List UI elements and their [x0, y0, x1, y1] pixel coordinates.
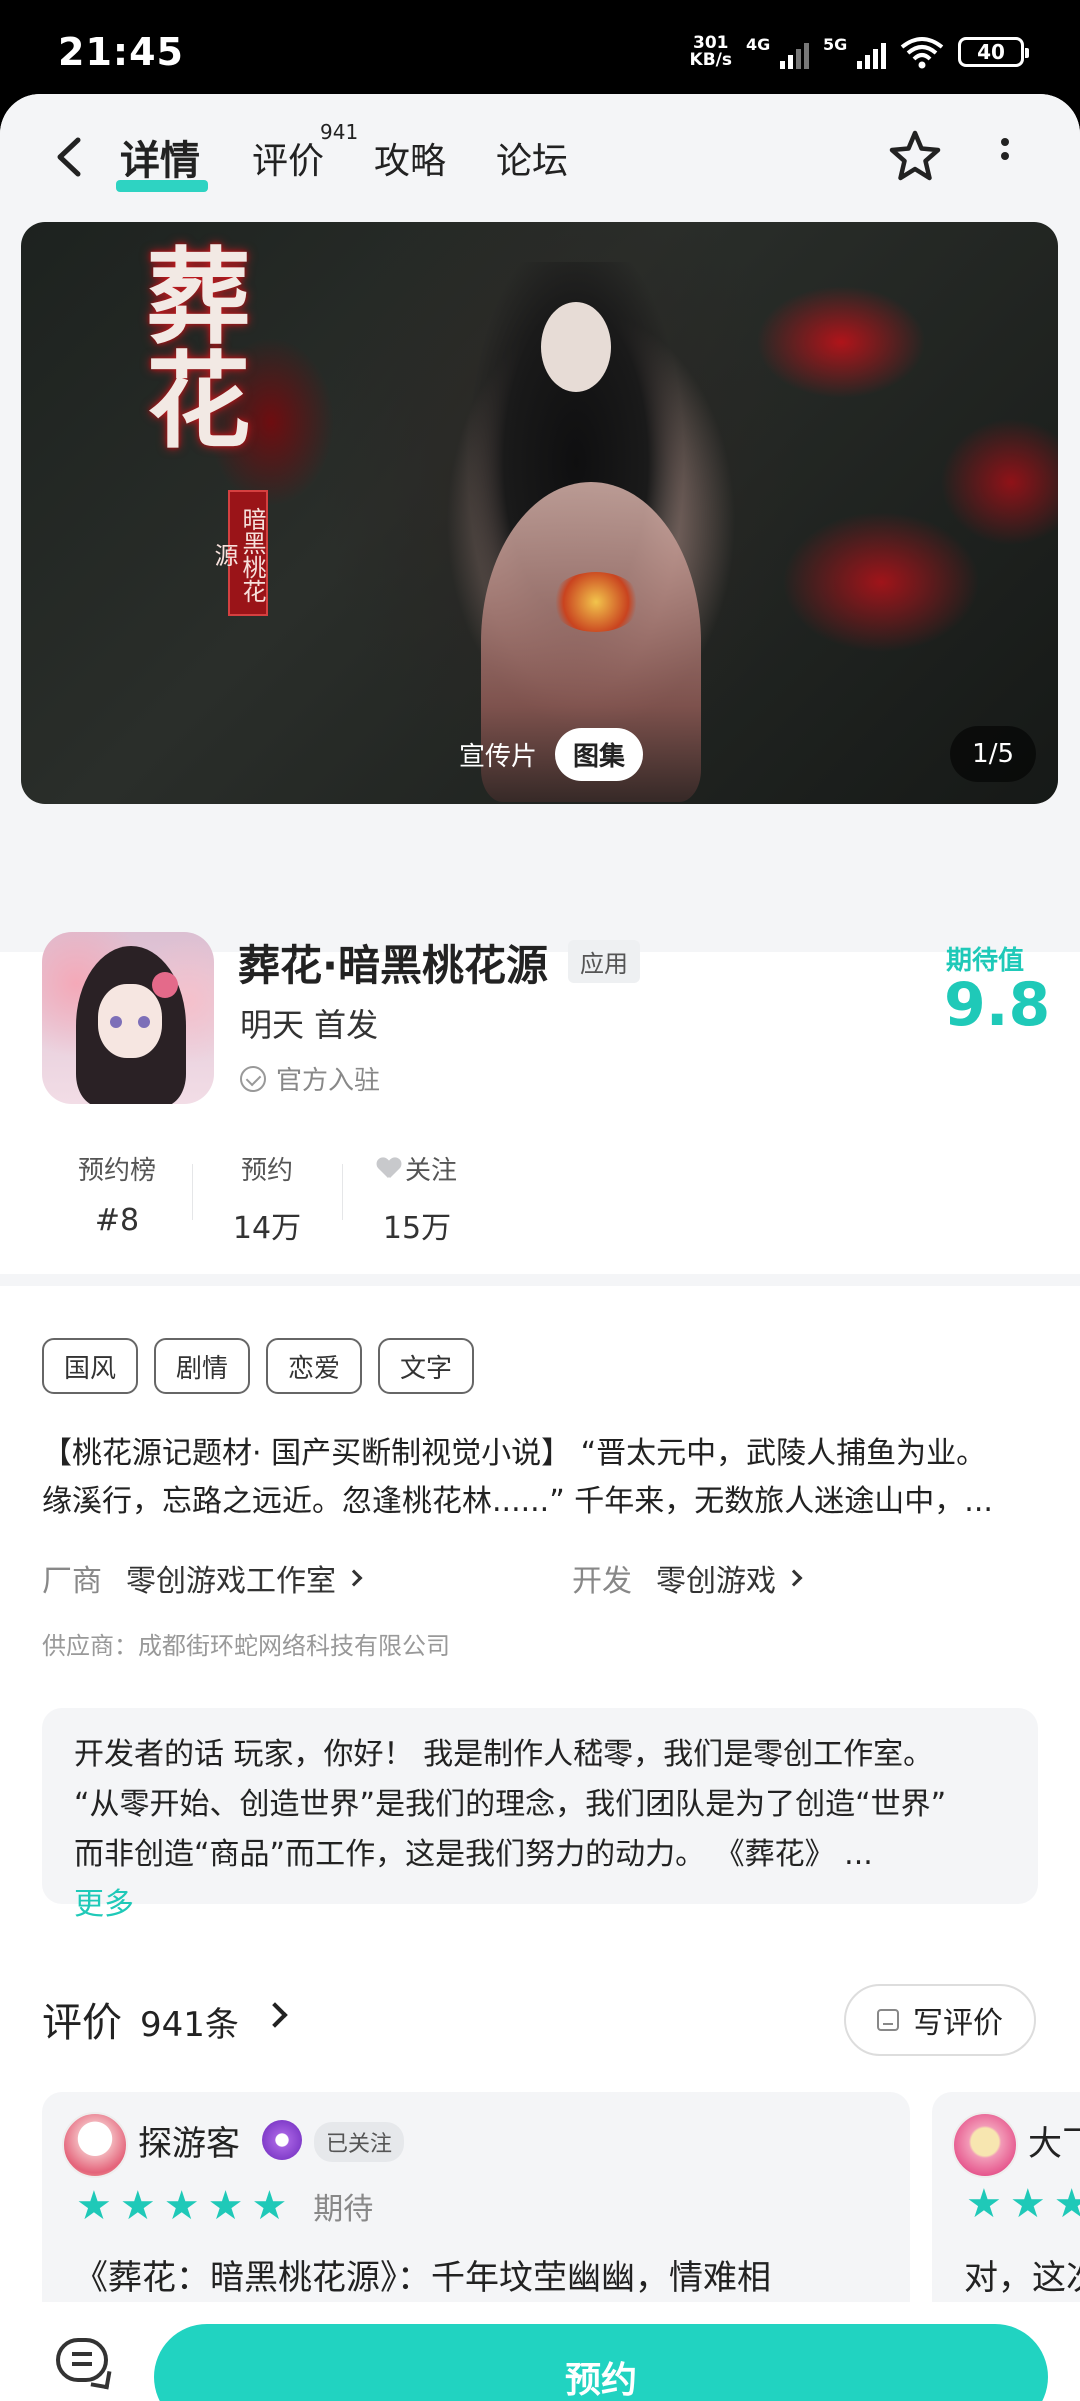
avatar[interactable] — [62, 2112, 128, 2178]
rating-stars: ★★★★★ — [966, 2184, 1080, 2224]
tag-chip[interactable]: 剧情 — [154, 1338, 251, 1394]
more-link[interactable]: 更多 — [74, 1880, 1006, 1930]
game-stats: 预约榜 #8 预约 14万 关注 15万 — [42, 1150, 492, 1247]
tab-guides[interactable]: 攻略 — [374, 132, 446, 184]
star-icon: ★ — [207, 2183, 244, 2229]
write-icon — [877, 2009, 899, 2031]
stat-reservations: 预约 14万 — [192, 1150, 342, 1247]
review-username[interactable]: 大飞 — [1028, 2116, 1080, 2165]
chevron-right-icon — [345, 1569, 363, 1587]
review-text: 《葬花：暗黑桃花源》：千年坟茔幽幽，情难相 — [74, 2258, 771, 2298]
game-description[interactable]: 【桃花源记题材· 国产买断制视觉小说】 “晋太元中，武陵人捕鱼为业。 缘溪行，忘… — [42, 1430, 1042, 1526]
type-tag: 应用 — [568, 940, 640, 983]
trailer-pill[interactable]: 宣传片 — [441, 728, 555, 781]
banner-subtitle-seal: 暗黑桃花源 — [210, 490, 268, 616]
reviews-header[interactable]: 评价 941条 — [42, 1990, 239, 2048]
tag-chip[interactable]: 国风 — [42, 1338, 139, 1394]
star-icon: ★ — [1009, 2181, 1046, 2227]
status-time: 21:45 — [58, 30, 184, 74]
publisher-row[interactable]: 厂商 零创游戏工作室 — [42, 1556, 363, 1600]
star-icon: ★ — [251, 2183, 288, 2229]
status-icons: 301 KB/s 4G 5G 40 — [689, 32, 1029, 72]
top-nav: 详情 评价 941 攻略 论坛 — [0, 94, 1080, 222]
banner-figure-face — [541, 302, 611, 392]
tab-reviews[interactable]: 评价 — [252, 132, 324, 184]
reserve-button[interactable]: 预约 — [154, 2324, 1048, 2401]
banner-figure-obi — [551, 572, 641, 632]
forum-chat-icon[interactable] — [56, 2338, 108, 2382]
banner-artwork[interactable]: 葬花 暗黑桃花源 宣传片 图集 1/5 — [21, 222, 1058, 804]
favorite-star-icon[interactable] — [886, 128, 944, 186]
game-title: 葬花·暗黑桃花源 — [238, 941, 548, 990]
game-icon — [42, 932, 214, 1104]
stat-followers[interactable]: 关注 15万 — [342, 1150, 492, 1247]
heart-icon — [377, 1158, 401, 1180]
developer-note[interactable]: 开发者的话 玩家，你好！ 我是制作人嵇零，我们是零创工作室。 “从零开始、创造世… — [42, 1708, 1038, 1922]
stat-rank[interactable]: 预约榜 #8 — [42, 1150, 192, 1247]
review-card[interactable]: 大飞 ★★★★★ 对，这次 — [932, 2092, 1080, 2322]
chevron-right-icon — [785, 1569, 803, 1587]
detail-sheet: 详情 评价 941 攻略 论坛 葬花 暗黑桃花源 宣传片 图集 1/5 葬花·暗… — [0, 94, 1080, 2401]
star-icon: ★ — [966, 2181, 1002, 2227]
banner-media-switch: 宣传片 图集 — [441, 726, 644, 782]
battery-icon: 40 — [958, 37, 1029, 67]
tag-chip[interactable]: 文字 — [378, 1338, 475, 1394]
launch-info: 明天 首发 — [240, 1006, 379, 1044]
star-icon: ★ — [1053, 2181, 1080, 2227]
gallery-pill[interactable]: 图集 — [555, 727, 644, 781]
net-speed: 301 KB/s — [689, 33, 732, 70]
review-card[interactable]: 探游客 已关注 ★ ★ ★ ★ ★ 期待 《葬花：暗黑桃花源》：千年坟茔幽幽，情难相 — [42, 2092, 910, 2322]
official-badge: 官方入驻 — [240, 1060, 380, 1097]
media-banner: 葬花 暗黑桃花源 宣传片 图集 1/5 — [0, 222, 1080, 952]
star-icon: ★ — [163, 2183, 200, 2229]
review-text: 对，这次 — [964, 2258, 1080, 2298]
reviews-count-badge: 941 — [320, 120, 359, 144]
genre-tags: 国风 剧情 恋爱 文字 — [42, 1338, 475, 1394]
star-icon: ★ — [119, 2183, 156, 2229]
tab-forum[interactable]: 论坛 — [496, 132, 568, 184]
developer-row[interactable]: 开发 零创游戏 — [572, 1556, 803, 1600]
avatar[interactable] — [952, 2112, 1018, 2178]
signal-4g-icon: 4G — [746, 35, 809, 69]
wifi-icon — [900, 37, 944, 69]
section-divider — [0, 1274, 1080, 1286]
more-options-icon[interactable] — [990, 132, 1020, 182]
vip-badge-icon — [262, 2120, 302, 2160]
supplier-info: 供应商：成都街环蛇网络科技有限公司 — [42, 1632, 450, 1660]
check-circle-icon — [240, 1065, 266, 1092]
followed-badge: 已关注 — [314, 2122, 405, 2162]
star-icon: ★ — [76, 2183, 112, 2229]
tab-details[interactable]: 详情 — [120, 128, 200, 186]
back-arrow-icon[interactable] — [50, 132, 90, 182]
banner-page-counter: 1/5 — [950, 726, 1036, 782]
bottom-action-bar: 论坛 预约 — [0, 2302, 1080, 2401]
rating-stars: ★ ★ ★ ★ ★ 期待 — [76, 2183, 374, 2229]
expectation-score: 9.8 — [944, 970, 1051, 1040]
write-review-button[interactable]: 写评价 — [844, 1984, 1036, 2056]
review-username[interactable]: 探游客 — [138, 2116, 240, 2165]
banner-title-art: 葬花 — [128, 242, 251, 450]
chevron-right-icon[interactable] — [262, 2002, 288, 2028]
tag-chip[interactable]: 恋爱 — [266, 1338, 363, 1394]
status-bar: 21:45 301 KB/s 4G 5G 40 — [0, 0, 1080, 96]
signal-5g-icon: 5G — [823, 35, 886, 69]
